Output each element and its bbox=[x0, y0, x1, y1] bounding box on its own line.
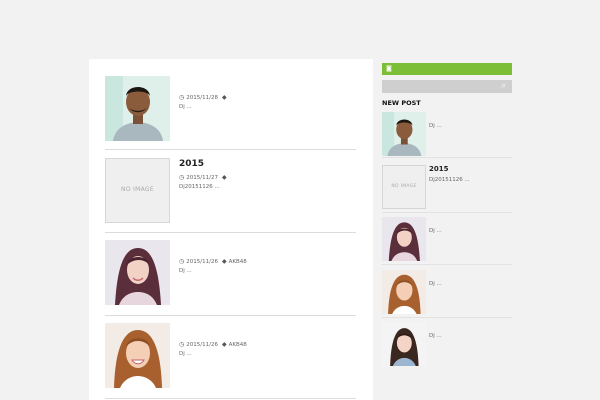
clock-icon: ◷ bbox=[179, 258, 185, 265]
man-photo bbox=[105, 76, 170, 141]
post-excerpt: Dj ... bbox=[179, 268, 192, 274]
clock-icon: ◷ bbox=[179, 341, 185, 348]
woman-photo bbox=[105, 240, 170, 305]
post-thumbnail[interactable] bbox=[105, 323, 170, 388]
post-date[interactable]: 2015/11/28 bbox=[186, 95, 218, 101]
sidebar-post-text[interactable]: Dj20151126 ... bbox=[429, 177, 470, 183]
post-tags[interactable]: AKB48 bbox=[229, 342, 247, 348]
search-bar[interactable]: ⌕ bbox=[382, 80, 512, 93]
sidebar-post-title[interactable]: 2015 bbox=[429, 165, 448, 173]
sidebar-thumbnail[interactable] bbox=[382, 322, 426, 366]
sidebar-post-item[interactable]: Dj ... bbox=[382, 322, 512, 366]
sidebar-thumbnail[interactable] bbox=[382, 270, 426, 314]
sidebar-post-text[interactable]: Dj ... bbox=[429, 228, 442, 234]
post-item: ◷ 2015/11/26 ◆ AKB48 Dj ... bbox=[105, 323, 356, 399]
new-post-heading: NEW POST bbox=[382, 99, 421, 107]
post-tags[interactable]: AKB48 bbox=[229, 259, 247, 265]
sidebar-thumbnail[interactable] bbox=[382, 217, 426, 261]
man-photo bbox=[382, 112, 426, 156]
post-meta: ◷ 2015/11/28 ◆ bbox=[179, 94, 229, 101]
post-excerpt: Dj ... bbox=[179, 351, 192, 357]
post-thumbnail[interactable] bbox=[105, 240, 170, 305]
post-meta: ◷ 2015/11/26 ◆ AKB48 bbox=[179, 341, 247, 348]
sidebar-post-item[interactable]: Dj ... bbox=[382, 112, 512, 158]
rss-bar[interactable]: ◙ bbox=[382, 63, 512, 75]
no-image-label: NO IMAGE bbox=[121, 186, 154, 193]
post-item: ◷ 2015/11/26 ◆ AKB48 Dj ... bbox=[105, 240, 356, 316]
sidebar-post-item[interactable]: Dj ... bbox=[382, 270, 512, 318]
post-thumbnail[interactable]: NO IMAGE bbox=[105, 158, 170, 223]
woman-smiling-photo bbox=[382, 270, 426, 314]
post-date[interactable]: 2015/11/26 bbox=[186, 259, 218, 265]
woman-smiling-photo bbox=[105, 323, 170, 388]
rss-icon: ◙ bbox=[386, 65, 392, 72]
woman-dark-hair-photo bbox=[382, 322, 426, 366]
tag-icon: ◆ bbox=[221, 258, 227, 265]
sidebar-thumbnail[interactable]: NO IMAGE bbox=[382, 165, 426, 209]
post-meta: ◷ 2015/11/27 ◆ bbox=[179, 174, 229, 181]
clock-icon: ◷ bbox=[179, 174, 185, 181]
post-meta: ◷ 2015/11/26 ◆ AKB48 bbox=[179, 258, 247, 265]
post-date[interactable]: 2015/11/27 bbox=[186, 175, 218, 181]
post-thumbnail[interactable] bbox=[105, 76, 170, 141]
no-image-label: NO IMAGE bbox=[391, 184, 417, 189]
post-excerpt: Dj ... bbox=[179, 104, 192, 110]
post-title[interactable]: 2015 bbox=[179, 159, 204, 169]
tag-icon: ◆ bbox=[221, 174, 227, 181]
sidebar-thumbnail[interactable] bbox=[382, 112, 426, 156]
sidebar-post-text[interactable]: Dj ... bbox=[429, 333, 442, 339]
sidebar-post-item[interactable]: NO IMAGE 2015 Dj20151126 ... bbox=[382, 165, 512, 213]
search-icon[interactable]: ⌕ bbox=[502, 81, 506, 91]
sidebar-post-text[interactable]: Dj ... bbox=[429, 281, 442, 287]
post-date[interactable]: 2015/11/26 bbox=[186, 342, 218, 348]
clock-icon: ◷ bbox=[179, 94, 185, 101]
sidebar-post-text[interactable]: Dj ... bbox=[429, 123, 442, 129]
tag-icon: ◆ bbox=[221, 341, 227, 348]
woman-photo bbox=[382, 217, 426, 261]
post-excerpt: Dj20151126 ... bbox=[179, 184, 220, 190]
post-item: ◷ 2015/11/28 ◆ Dj ... bbox=[105, 76, 356, 150]
post-item: NO IMAGE 2015 ◷ 2015/11/27 ◆ Dj20151126 ..… bbox=[105, 158, 356, 233]
tag-icon: ◆ bbox=[221, 94, 227, 101]
main-content: ◷ 2015/11/28 ◆ Dj ... NO IMAGE 2015 ◷ 2015/… bbox=[89, 59, 373, 400]
sidebar-post-item[interactable]: Dj ... bbox=[382, 217, 512, 265]
